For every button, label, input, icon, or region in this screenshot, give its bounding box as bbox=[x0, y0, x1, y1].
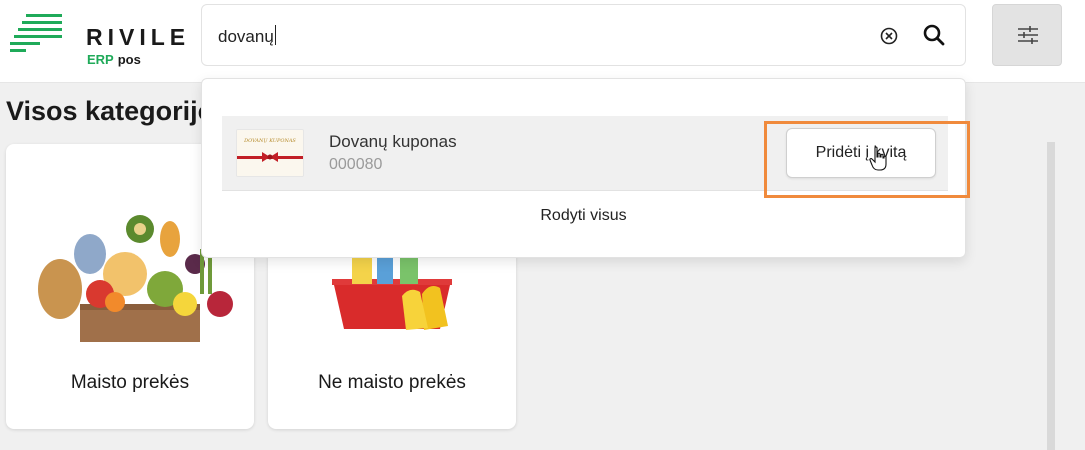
voucher-text: DOVANŲ KUPONAS bbox=[243, 138, 296, 144]
show-all-link[interactable]: Rodyti visus bbox=[202, 207, 965, 225]
filter-button[interactable] bbox=[992, 4, 1062, 66]
highlight-box bbox=[764, 121, 970, 198]
clear-circle-icon[interactable] bbox=[880, 27, 898, 45]
search-icon[interactable] bbox=[922, 23, 946, 47]
brand-sub-pos: pos bbox=[117, 52, 141, 67]
hand-cursor-icon bbox=[869, 146, 887, 171]
brand-subtitle: ERP pos bbox=[87, 52, 141, 67]
top-bar: RIVILE ERP pos dovanų bbox=[0, 0, 1085, 83]
product-code: 000080 bbox=[329, 156, 383, 173]
scrollbar[interactable] bbox=[1047, 142, 1055, 450]
category-label: Maisto prekės bbox=[70, 372, 190, 393]
gift-voucher-image: DOVANŲ KUPONAS bbox=[237, 130, 303, 176]
brand-name: RIVILE bbox=[86, 24, 191, 50]
brand-sub-erp: ERP bbox=[87, 52, 114, 67]
product-name: Dovanų kuponas bbox=[329, 132, 457, 151]
search-value: dovanų bbox=[218, 27, 274, 46]
product-thumbnail: DOVANŲ KUPONAS bbox=[236, 129, 304, 177]
search-box[interactable]: dovanų bbox=[201, 4, 966, 66]
search-input[interactable]: dovanų bbox=[218, 25, 818, 49]
category-label: Ne maisto prekės bbox=[318, 372, 466, 393]
sliders-icon bbox=[1018, 26, 1038, 44]
logo-mark-icon bbox=[10, 14, 62, 52]
page-title: Visos kategorijos bbox=[6, 96, 230, 126]
text-caret bbox=[274, 25, 276, 45]
brand-logo[interactable]: RIVILE ERP pos bbox=[10, 14, 191, 67]
